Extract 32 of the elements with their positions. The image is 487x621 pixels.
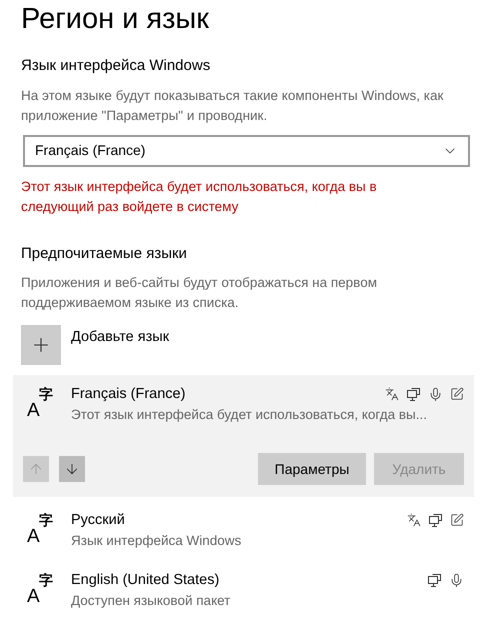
- monitor-speech-icon: [406, 386, 421, 402]
- language-status: Этот язык интерфейса будет использоваться, когда вы...: [71, 406, 428, 424]
- language-dropdown[interactable]: Français (France): [23, 134, 470, 166]
- microphone-icon: [449, 572, 464, 588]
- section-heading: Язык интерфейса Windows: [21, 56, 212, 76]
- move-down-button[interactable]: [59, 456, 85, 482]
- language-name: Français (France): [71, 385, 186, 404]
- language-name: English (United States): [71, 571, 220, 590]
- arrow-down-icon: [64, 461, 80, 477]
- language-glyph-icon: A 字: [27, 387, 61, 421]
- microphone-icon: [428, 386, 443, 402]
- add-language-button[interactable]: [21, 325, 61, 365]
- pen-icon: [450, 513, 464, 527]
- language-glyph-icon: A 字: [27, 513, 61, 547]
- language-icon: [385, 387, 399, 401]
- section-description: Приложения и веб-сайты будут отображаться на первом поддерживаемом языке из списка.: [21, 274, 378, 312]
- options-button[interactable]: Параметры: [258, 453, 366, 485]
- language-status: Язык интерфейса Windows: [71, 532, 242, 550]
- add-language-label[interactable]: Добавьте язык: [71, 327, 170, 349]
- monitor-speech-icon: [427, 572, 442, 588]
- section-heading: Предпочитаемые языки: [21, 244, 188, 264]
- monitor-speech-icon: [428, 512, 443, 528]
- language-icon: [407, 513, 421, 527]
- pen-icon: [450, 387, 464, 401]
- language-item[interactable]: A 字 Français (France) Этот язык интерфейса будет использоваться, когда вы... Параметры Удалить: [13, 375, 474, 497]
- section-description: На этом языке будут показываться такие компоненты Windows, как приложение "Параметры" и проводник.: [21, 86, 444, 125]
- language-glyph-icon: A 字: [27, 573, 61, 607]
- arrow-up-icon: [28, 461, 44, 477]
- page-title: Регион и язык: [21, 2, 210, 36]
- language-name: Русский: [71, 511, 125, 530]
- language-status: Доступен языковой пакет: [71, 592, 232, 610]
- warning-text: Этот язык интерфейса будет использоваться, когда вы в следующий раз войдете в систему: [21, 178, 378, 216]
